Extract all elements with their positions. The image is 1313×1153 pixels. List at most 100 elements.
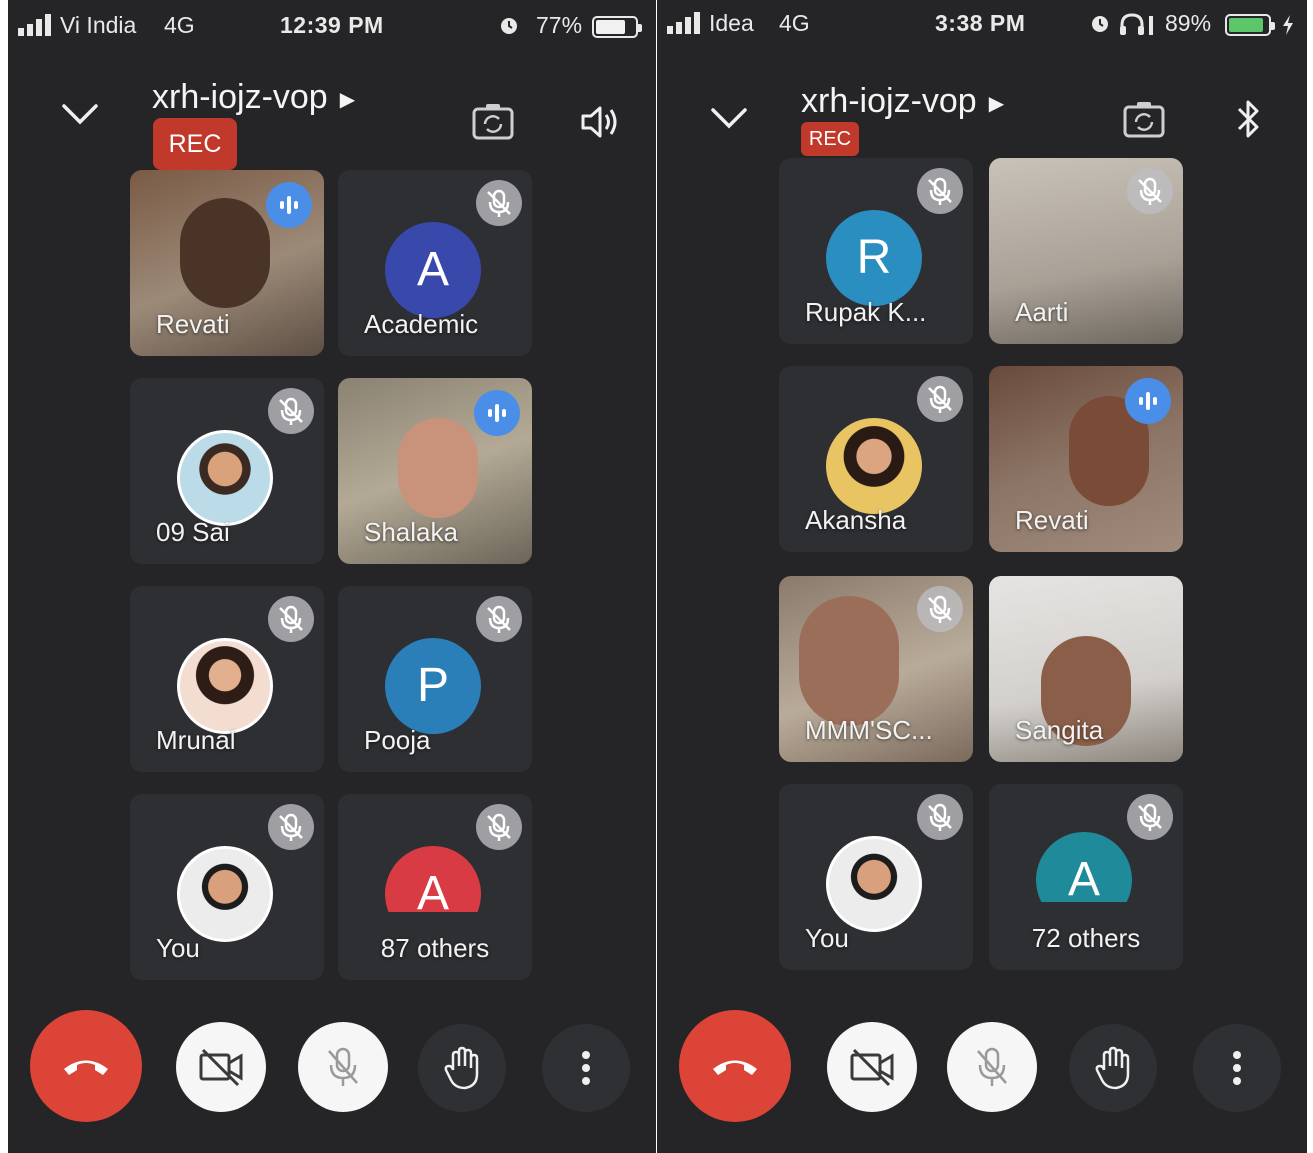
participant-tile[interactable]: 09 Sai — [130, 378, 324, 564]
others-count: 87 others — [380, 933, 490, 963]
participant-tile[interactable]: Shalaka — [338, 378, 532, 564]
video-off-icon — [199, 1048, 243, 1087]
hand-icon — [1095, 1046, 1130, 1090]
participant-name: Aarti — [1015, 297, 1069, 327]
end-call-button[interactable] — [679, 1010, 791, 1122]
mic-off-icon — [476, 804, 522, 850]
mic-off-icon — [917, 794, 963, 840]
others-tile[interactable]: A 87 others — [338, 794, 532, 980]
avatar — [177, 846, 273, 942]
battery-icon — [592, 16, 642, 38]
speaker-icon[interactable] — [580, 104, 620, 140]
battery-percent: 89% — [1165, 10, 1212, 36]
raise-hand-button[interactable] — [418, 1024, 506, 1112]
participant-name: Academic — [364, 309, 479, 339]
mic-off-icon — [1127, 168, 1173, 214]
meeting-code[interactable]: xrh-iojz-vop ▶ — [801, 82, 1004, 121]
video-off-icon — [850, 1048, 894, 1087]
mic-off-icon — [1127, 794, 1173, 840]
mic-off-icon — [476, 596, 522, 642]
participant-name: 09 Sai — [156, 517, 230, 547]
participant-tile[interactable]: Revati — [989, 366, 1183, 552]
mic-off-icon — [917, 168, 963, 214]
mic-off-icon — [917, 586, 963, 632]
avatar — [177, 638, 273, 734]
camera-toggle-button[interactable] — [176, 1022, 266, 1112]
avatar — [177, 430, 273, 526]
status-bar: Vi India 4G 12:39 PM 77% — [8, 0, 656, 48]
avatar: A — [385, 222, 481, 318]
participant-tile-self[interactable]: You — [130, 794, 324, 980]
mic-toggle-button[interactable] — [298, 1022, 388, 1112]
others-tile[interactable]: A 72 others — [989, 784, 1183, 970]
call-controls — [657, 1010, 1307, 1126]
play-arrow-icon: ▶ — [988, 92, 1005, 115]
battery-percent: 77% — [536, 12, 583, 38]
clock: 12:39 PM — [280, 12, 384, 38]
participant-tile[interactable]: MMM'SC... — [779, 576, 973, 762]
play-arrow-icon: ▶ — [339, 88, 356, 111]
participant-tile-self[interactable]: You — [779, 784, 973, 970]
speaking-indicator-icon — [266, 182, 312, 228]
bluetooth-icon[interactable] — [1235, 98, 1263, 140]
mic-off-icon — [476, 180, 522, 226]
mic-off-icon — [917, 376, 963, 422]
more-vert-icon — [1233, 1051, 1241, 1085]
more-options-button[interactable] — [542, 1024, 630, 1112]
phone-hangup-icon — [64, 1060, 108, 1075]
participant-tile[interactable]: Revati — [130, 170, 324, 356]
more-options-button[interactable] — [1193, 1024, 1281, 1112]
alarm-icon — [501, 18, 517, 34]
hand-icon — [444, 1046, 479, 1090]
participant-name: You — [805, 923, 849, 953]
speaking-indicator-icon — [1125, 378, 1171, 424]
raise-hand-button[interactable] — [1069, 1024, 1157, 1112]
participant-tile[interactable]: Akansha — [779, 366, 973, 552]
mic-off-icon — [977, 1047, 1007, 1086]
network-type: 4G — [164, 12, 195, 38]
avatar — [826, 418, 922, 514]
meeting-header: xrh-iojz-vop ▶ REC — [8, 68, 656, 178]
avatar — [826, 836, 922, 932]
participant-tile[interactable]: Aarti — [989, 158, 1183, 344]
participant-name: MMM'SC... — [805, 715, 933, 745]
participant-name: Rupak K... — [805, 297, 927, 327]
network-type: 4G — [779, 10, 810, 36]
camera-toggle-button[interactable] — [827, 1022, 917, 1112]
battery-icon — [1225, 14, 1275, 36]
mic-off-icon — [268, 388, 314, 434]
mic-toggle-button[interactable] — [947, 1022, 1037, 1112]
camera-switch-icon[interactable] — [1123, 100, 1165, 138]
rec-badge: REC — [153, 118, 237, 170]
camera-switch-icon[interactable] — [472, 102, 514, 140]
phone-hangup-icon — [713, 1060, 757, 1075]
chevron-down-icon[interactable] — [709, 106, 749, 130]
call-controls — [8, 1010, 656, 1126]
call-screen-left: Vi India 4G 12:39 PM 77% xrh-iojz-vop ▶ R… — [8, 0, 656, 1153]
participant-name: Pooja — [364, 725, 431, 755]
participant-tile[interactable]: A Academic — [338, 170, 532, 356]
speaking-indicator-icon — [474, 390, 520, 436]
participant-name: Revati — [156, 309, 230, 339]
participant-tile[interactable]: Sangita — [989, 576, 1183, 762]
headphones-icon — [1120, 13, 1153, 35]
signal-icon — [667, 12, 700, 34]
participant-tile[interactable]: R Rupak K... — [779, 158, 973, 344]
mic-off-icon — [268, 804, 314, 850]
carrier-name: Idea — [709, 10, 754, 36]
carrier-name: Vi India — [60, 12, 137, 38]
meeting-code[interactable]: xrh-iojz-vop ▶ — [152, 78, 355, 117]
status-bar: Idea 4G 3:38 PM 89% — [657, 0, 1307, 48]
avatar: P — [385, 638, 481, 734]
alarm-icon — [1092, 16, 1108, 32]
chevron-down-icon[interactable] — [60, 102, 100, 126]
meeting-header: xrh-iojz-vop ▶ REC — [657, 68, 1307, 178]
charging-icon — [1283, 15, 1293, 35]
end-call-button[interactable] — [30, 1010, 142, 1122]
call-screen-right: Idea 4G 3:38 PM 89% xrh-iojz-vop ▶ REC R… — [657, 0, 1307, 1153]
participant-name: Sangita — [1015, 715, 1104, 745]
participant-tile[interactable]: Mrunal — [130, 586, 324, 772]
rec-badge: REC — [801, 122, 859, 156]
participant-tile[interactable]: P Pooja — [338, 586, 532, 772]
more-vert-icon — [582, 1051, 590, 1085]
